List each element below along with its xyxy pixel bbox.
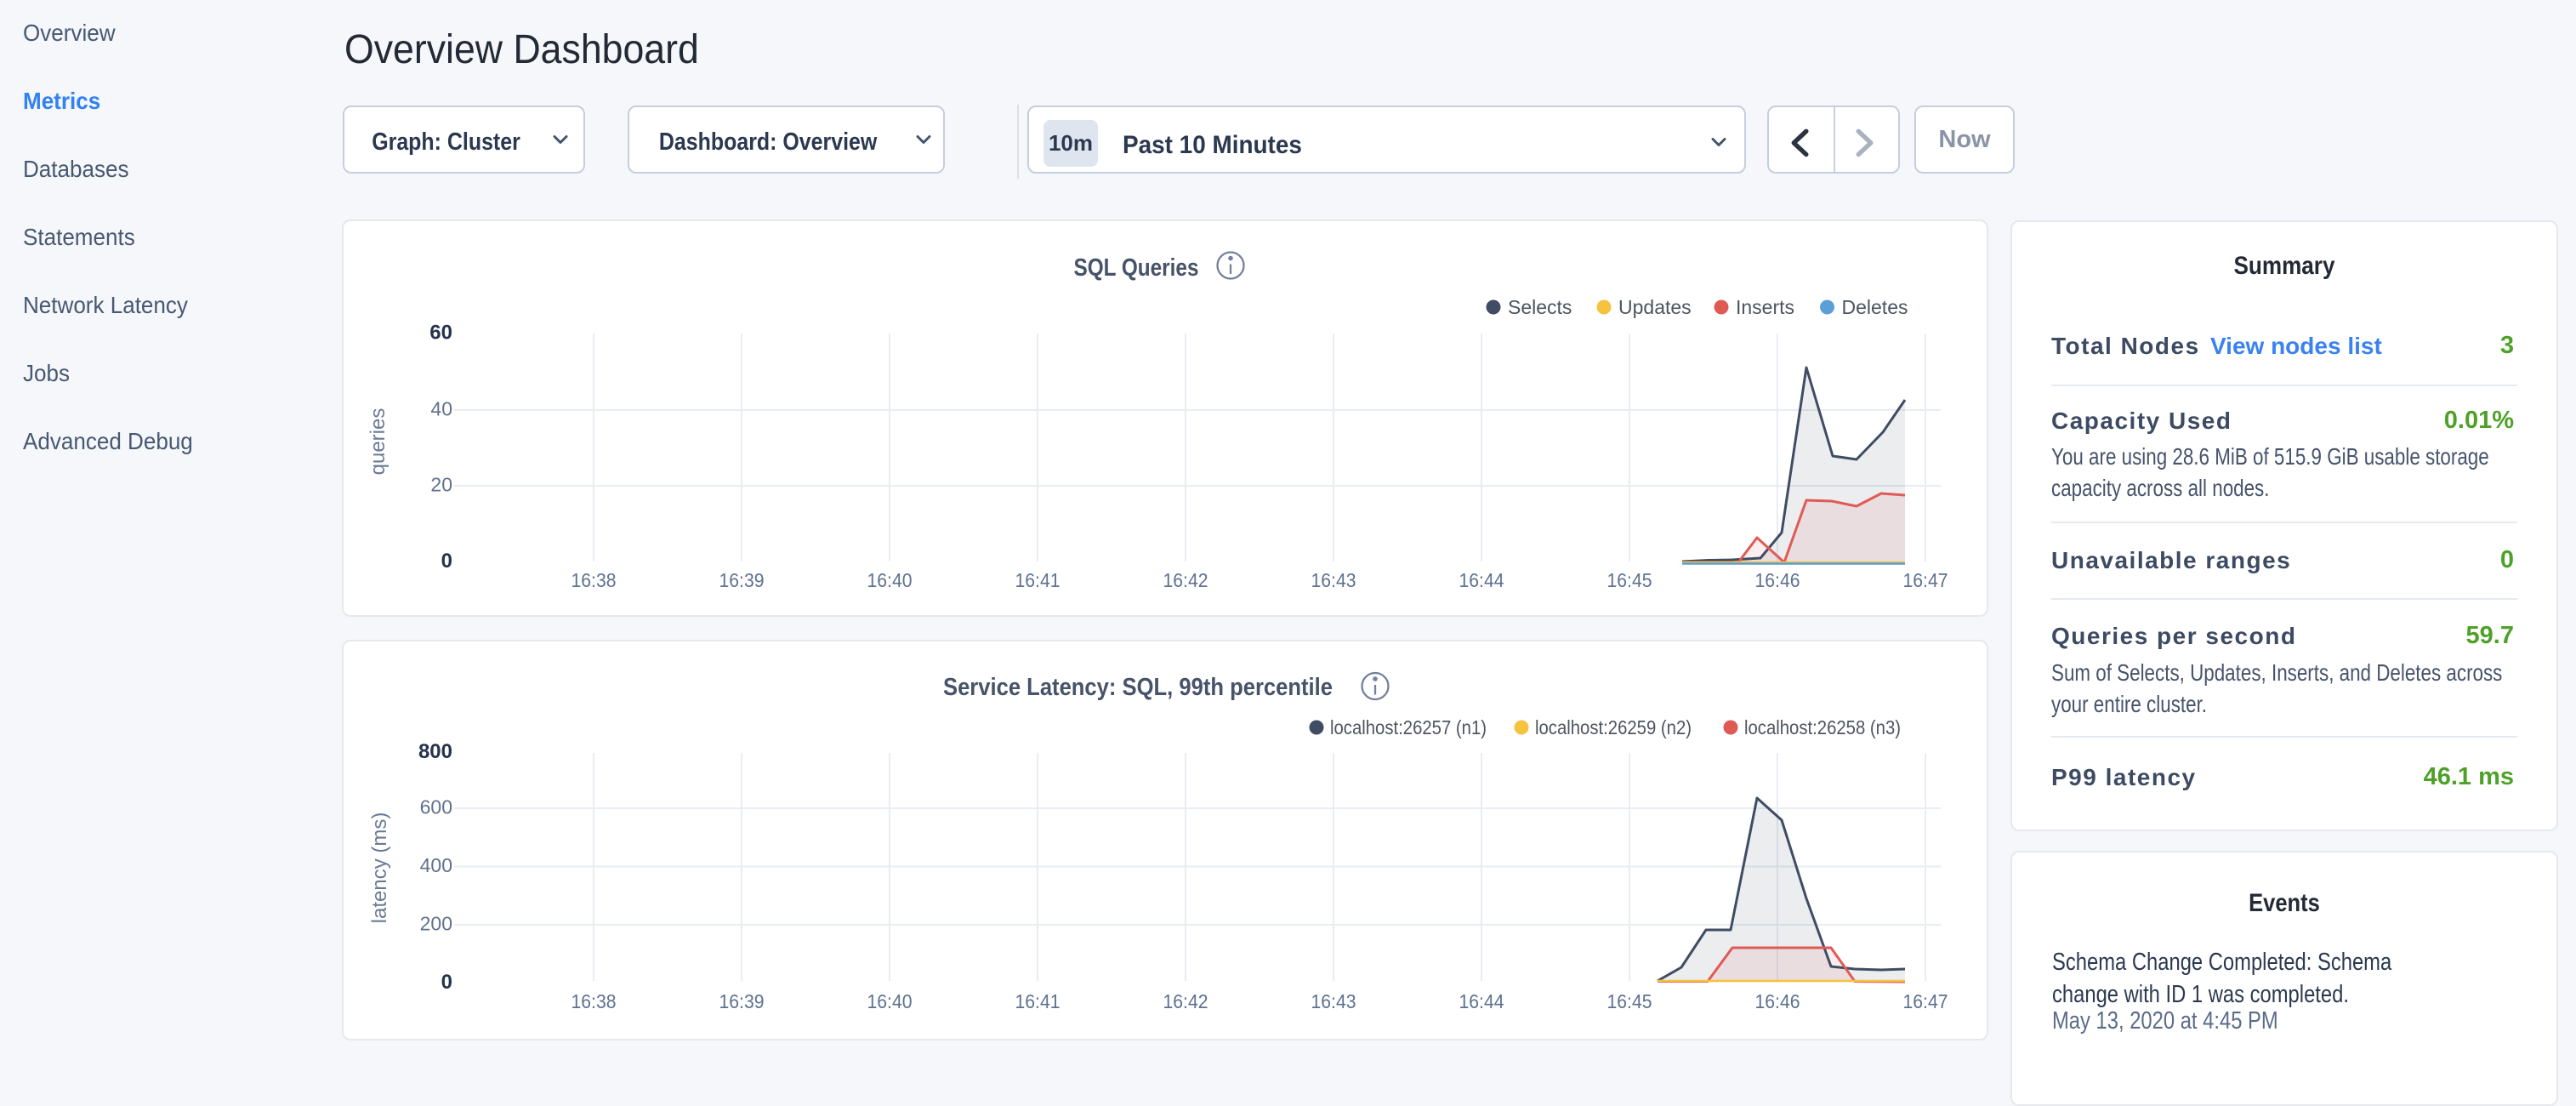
svg-text:16:45: 16:45 — [1607, 569, 1652, 591]
svg-text:800: 800 — [418, 740, 452, 763]
svg-text:16:40: 16:40 — [867, 569, 913, 591]
svg-text:16:42: 16:42 — [1163, 569, 1208, 591]
svg-text:16:47: 16:47 — [1903, 569, 1948, 591]
svg-text:16:42: 16:42 — [1163, 990, 1208, 1012]
svg-text:16:45: 16:45 — [1607, 990, 1652, 1012]
svg-text:16:39: 16:39 — [719, 990, 765, 1012]
svg-text:16:38: 16:38 — [571, 569, 617, 591]
svg-text:16:41: 16:41 — [1015, 569, 1061, 591]
svg-text:40: 40 — [430, 398, 452, 420]
svg-text:20: 20 — [430, 474, 452, 496]
svg-text:16:44: 16:44 — [1459, 569, 1504, 591]
svg-text:60: 60 — [429, 322, 452, 345]
svg-text:16:43: 16:43 — [1311, 569, 1356, 591]
svg-text:SQL Queries: SQL Queries — [1074, 254, 1199, 282]
svg-text:Updates: Updates — [1618, 296, 1692, 318]
svg-text:16:47: 16:47 — [1903, 990, 1948, 1012]
svg-text:16:46: 16:46 — [1755, 990, 1800, 1012]
svg-text:Deletes: Deletes — [1842, 296, 1908, 318]
svg-text:400: 400 — [420, 854, 452, 876]
svg-text:0: 0 — [441, 971, 452, 994]
svg-text:latency (ms): latency (ms) — [368, 812, 391, 924]
svg-text:16:44: 16:44 — [1459, 990, 1504, 1012]
svg-text:Inserts: Inserts — [1736, 296, 1794, 318]
svg-text:localhost:26259 (n2): localhost:26259 (n2) — [1535, 716, 1692, 738]
svg-text:16:43: 16:43 — [1311, 990, 1356, 1012]
svg-text:16:38: 16:38 — [571, 990, 617, 1012]
svg-text:16:40: 16:40 — [867, 990, 913, 1012]
svg-text:0: 0 — [441, 550, 452, 573]
svg-text:16:46: 16:46 — [1755, 569, 1800, 591]
svg-text:localhost:26257 (n1): localhost:26257 (n1) — [1330, 716, 1487, 738]
svg-text:localhost:26258 (n3): localhost:26258 (n3) — [1744, 716, 1901, 738]
svg-text:200: 200 — [420, 913, 452, 935]
svg-text:Service Latency: SQL, 99th per: Service Latency: SQL, 99th percentile — [943, 674, 1333, 701]
svg-text:Selects: Selects — [1508, 296, 1572, 318]
svg-text:queries: queries — [367, 408, 390, 476]
svg-text:16:39: 16:39 — [719, 569, 765, 591]
svg-text:16:41: 16:41 — [1015, 990, 1061, 1012]
svg-text:600: 600 — [420, 796, 452, 818]
